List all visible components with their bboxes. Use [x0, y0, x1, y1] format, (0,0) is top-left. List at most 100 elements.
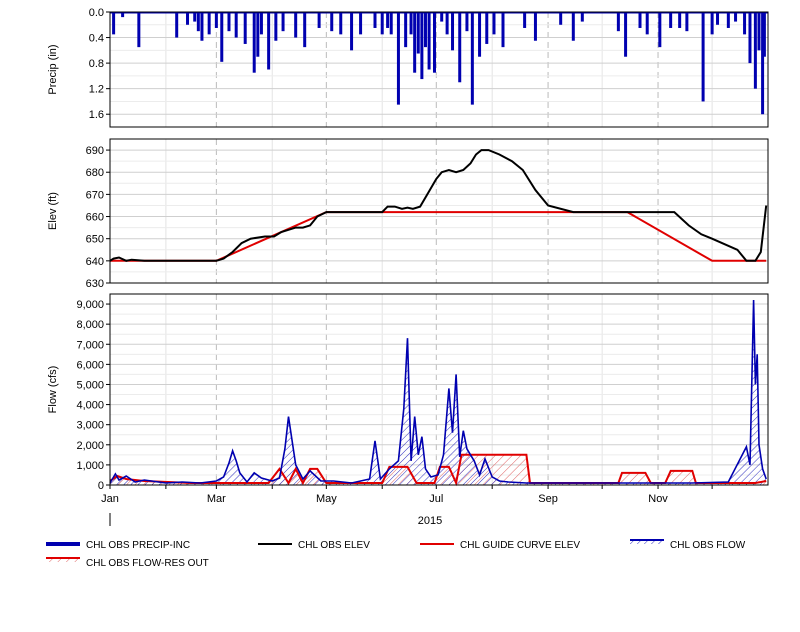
precip-bar — [404, 12, 408, 48]
precip-bar — [465, 12, 469, 32]
precip-bar — [501, 12, 505, 48]
precip-bar — [445, 12, 449, 35]
legend-swatch — [630, 539, 664, 544]
precip-bar — [478, 12, 482, 57]
y-tick-label: 1.2 — [89, 84, 104, 96]
y-tick-label: 660 — [86, 212, 104, 224]
precip-bar — [330, 12, 334, 32]
precip-bar — [175, 12, 179, 38]
y-tick-label: 5,000 — [76, 379, 104, 391]
y-tick-label: 1.6 — [89, 109, 104, 121]
precip-bar — [658, 12, 662, 48]
y-tick-label: 670 — [86, 189, 104, 201]
y-tick-label: 6,000 — [76, 359, 104, 371]
panel-frame — [109, 293, 769, 486]
precip-bar — [380, 12, 384, 35]
x-tick-label: May — [316, 493, 337, 505]
precip-bar — [757, 12, 761, 51]
precip-bar — [451, 12, 455, 51]
y-tick-label: 3,000 — [76, 420, 104, 432]
precip-bar — [678, 12, 682, 28]
x-year-label: 2015 — [418, 515, 442, 527]
precip-bar — [523, 12, 527, 28]
precip-bar — [485, 12, 489, 44]
precip-bar — [432, 12, 436, 73]
precip-bar — [470, 12, 474, 105]
precip-bar — [533, 12, 537, 41]
precip-bar — [317, 12, 321, 28]
hydrograph-figure: 0.0 0.4 0.8 1.2 1.6 Precip (in) 630 640 650 660 6… — [0, 0, 800, 627]
x-tick-label: Nov — [648, 493, 668, 505]
precip-bar — [571, 12, 575, 41]
precip-bar — [716, 12, 720, 25]
precip-bar — [762, 12, 766, 57]
precip-bar — [701, 12, 705, 102]
legend-label: CHL OBS PRECIP-INC — [86, 540, 190, 551]
y-tick-label: 0.4 — [89, 33, 104, 45]
precip-bar — [214, 12, 218, 28]
precip-bar — [386, 12, 390, 28]
precip-bar — [359, 12, 363, 35]
precip-bar — [645, 12, 649, 35]
y-tick-label: 0 — [98, 480, 104, 492]
y-tick-label: 0.0 — [89, 7, 104, 19]
precip-bar — [409, 12, 413, 35]
precip-bar — [112, 12, 116, 35]
precip-bar — [423, 12, 427, 48]
y-tick-label: 680 — [86, 167, 104, 179]
precip-bar — [710, 12, 714, 35]
flow-panel: 0 1,000 2,000 3,000 4,000 5,000 6,000 7,000 8,00… — [47, 293, 769, 492]
precip-bar — [669, 12, 673, 28]
precip-bar — [389, 12, 393, 35]
precip-bar — [624, 12, 628, 57]
precip-bar — [458, 12, 462, 83]
y-axis-label: Flow (cfs) — [47, 366, 59, 414]
precip-bar — [234, 12, 238, 38]
precip-bar — [281, 12, 285, 32]
time-axis: Jan Mar May Jul Sep Nov 2015 — [101, 485, 713, 527]
x-tick-label: Jan — [101, 493, 119, 505]
precip-bar — [207, 12, 211, 35]
precip-bar — [416, 12, 420, 54]
precip-bar — [396, 12, 400, 105]
y-axis-label: Precip (in) — [47, 44, 59, 94]
y-tick-label: 1,000 — [76, 460, 104, 472]
elevation-panel: 630 640 650 660 670 680 690 Elev (ft) — [47, 138, 769, 290]
y-tick-label: 7,000 — [76, 339, 104, 351]
legend-label: CHL OBS FLOW — [670, 540, 746, 551]
precip-bar — [492, 12, 496, 35]
x-tick-label: Mar — [207, 493, 226, 505]
precip-bar — [294, 12, 298, 38]
precip-bar — [616, 12, 620, 32]
precip-bar — [303, 12, 307, 48]
x-tick-label: Jul — [429, 493, 443, 505]
legend-label: CHL GUIDE CURVE ELEV — [460, 540, 580, 551]
legend-label: CHL OBS FLOW-RES OUT — [86, 558, 209, 569]
y-tick-label: 9,000 — [76, 299, 104, 311]
legend-swatch — [46, 557, 80, 562]
precip-bar — [274, 12, 278, 41]
y-tick-label: 650 — [86, 234, 104, 246]
y-tick-label: 640 — [86, 256, 104, 268]
precip-bar — [196, 12, 200, 32]
obs-flow-area — [110, 300, 767, 485]
y-tick-label: 8,000 — [76, 319, 104, 331]
y-tick-label: 690 — [86, 145, 104, 157]
precip-bar — [638, 12, 642, 28]
y-tick-label: 4,000 — [76, 400, 104, 412]
precip-bar — [753, 12, 757, 89]
precip-bar — [267, 12, 271, 70]
precip-bar — [227, 12, 231, 32]
precip-bar — [726, 12, 730, 28]
chart-canvas: 0.00.40.81.21.6Precip (in) 6306406506606… — [46, 7, 769, 569]
x-tick-label: Sep — [538, 493, 558, 505]
precip-bar — [420, 12, 424, 80]
y-axis-label: Elev (ft) — [47, 192, 59, 230]
precip-bar — [748, 12, 752, 64]
precip-bar — [259, 12, 263, 35]
precip-bar — [685, 12, 689, 32]
precip-bar — [186, 12, 190, 25]
precip-bar — [559, 12, 563, 25]
guide-curve-line — [110, 211, 767, 262]
precip-bar — [413, 12, 417, 73]
